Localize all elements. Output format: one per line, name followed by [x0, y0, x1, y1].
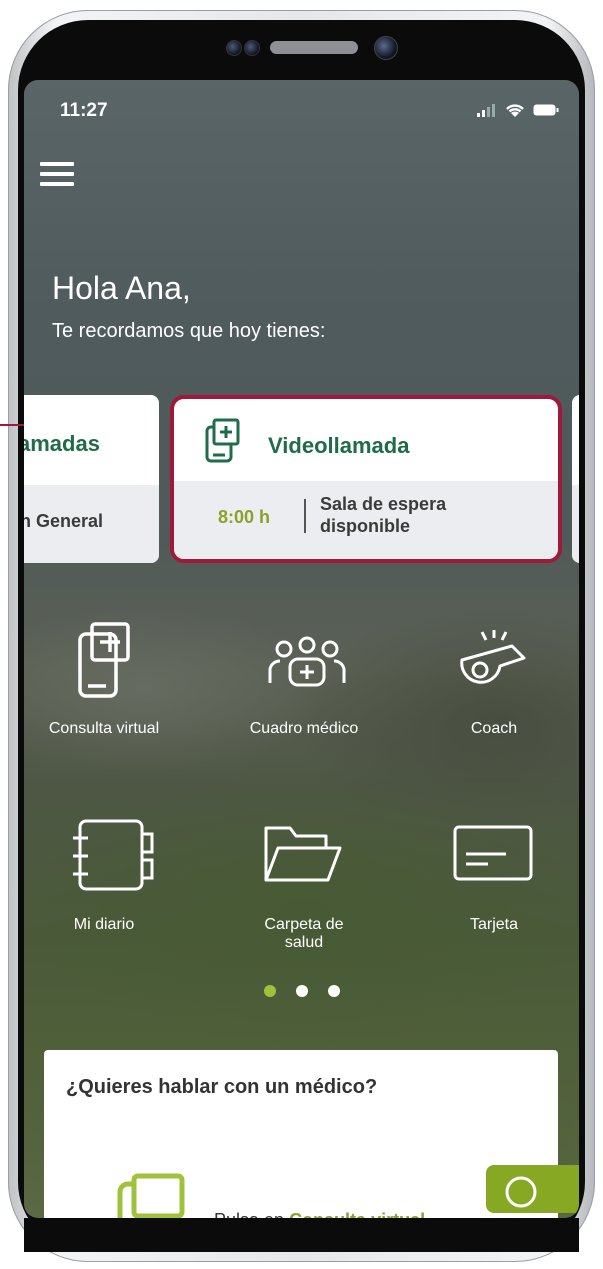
menu-button[interactable] [40, 162, 74, 188]
doctor-chat-hint: Pulsa en Consulta virtual [214, 1210, 425, 1218]
phone-bottom-bezel [24, 1218, 579, 1252]
chat-fab-button[interactable] [486, 1165, 579, 1213]
menu-item-consulta-virtual[interactable]: Consulta virtual [44, 720, 164, 738]
appointment-card-next[interactable] [572, 395, 579, 563]
card-icon [453, 825, 533, 881]
separator [304, 499, 306, 533]
signal-icon [477, 104, 495, 117]
page-dot[interactable] [296, 985, 308, 997]
sensor-dot [226, 40, 242, 56]
menu-item-carpeta-de-salud[interactable]: Carpeta de salud [244, 916, 364, 952]
chat-icon [505, 1176, 537, 1208]
card-subtitle: n General [24, 511, 104, 531]
consulta-virtual-small-icon [117, 1173, 185, 1218]
folder-icon [264, 826, 342, 882]
greeting-title: Hola Ana, [52, 270, 191, 306]
status-icons [477, 102, 559, 118]
notebook-icon [73, 819, 154, 891]
menu-item-tarjeta[interactable]: Tarjeta [434, 916, 554, 934]
battery-icon [533, 104, 559, 116]
appointment-time: 8:00 h [218, 507, 271, 527]
card-title: Videollamada [268, 433, 410, 458]
consulta-virtual-icon [78, 622, 130, 698]
cuadro-medico-icon [268, 636, 346, 687]
consulta-virtual-link[interactable]: Consulta virtual [289, 1210, 425, 1218]
earpiece-speaker [270, 41, 358, 54]
status-time: 11:27 [60, 100, 108, 121]
page-dot[interactable] [328, 985, 340, 997]
app-screen: 11:27 Hola Ana, Te recordamos que hoy ti… [24, 80, 579, 1218]
doctor-chat-title: ¿Quieres hablar con un médico? [66, 1076, 378, 1098]
phone-top-hardware [0, 0, 603, 80]
appointment-card-videollamada[interactable]: Videollamada 8:00 h Sala de espera dispo… [170, 395, 562, 563]
page-dot-active[interactable] [264, 985, 276, 997]
front-camera [374, 36, 398, 60]
menu-item-coach[interactable]: Coach [434, 720, 554, 738]
sensor-dot [244, 40, 260, 56]
wifi-icon [506, 104, 524, 117]
page-indicator [264, 985, 340, 997]
video-call-icon [205, 418, 240, 463]
appointment-status: Sala de espera disponible [320, 494, 447, 536]
menu-item-cuadro-medico[interactable]: Cuadro médico [244, 720, 364, 738]
greeting-subtitle: Te recordamos que hoy tienes: [52, 320, 326, 342]
coach-whistle-icon [460, 630, 526, 684]
menu-item-mi-diario[interactable]: Mi diario [44, 916, 164, 934]
card-title: amadas [24, 431, 100, 456]
doctor-chat-card: ¿Quieres hablar con un médico? Pulsa en … [44, 1050, 558, 1218]
appointment-card-previous[interactable]: amadas n General [24, 395, 159, 563]
